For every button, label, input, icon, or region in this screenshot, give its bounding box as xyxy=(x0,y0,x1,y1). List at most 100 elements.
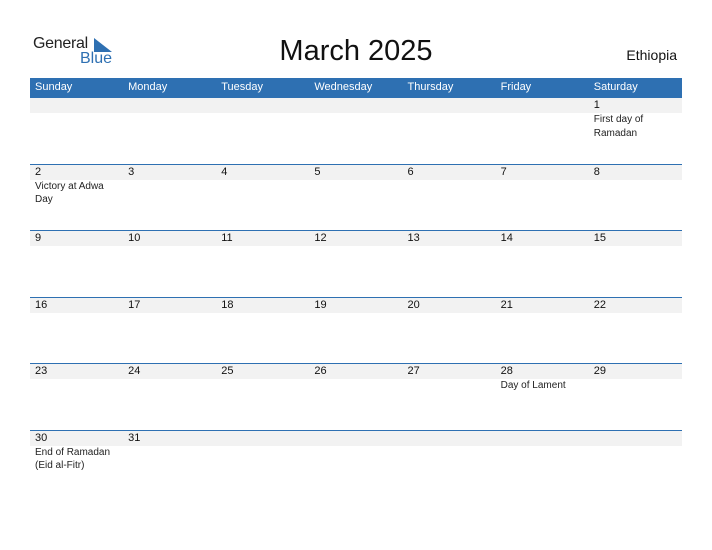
day-number: 28 xyxy=(500,365,513,378)
day-number: 12 xyxy=(314,232,327,245)
day-cell[interactable]: 26 xyxy=(309,364,402,430)
day-cell[interactable]: 8 xyxy=(589,165,682,231)
day-cell[interactable]: 10 xyxy=(123,231,216,297)
day-number xyxy=(408,431,496,446)
holiday-label: Day of Lament xyxy=(500,380,566,392)
day-cell[interactable]: 25 xyxy=(216,364,309,430)
day-cell[interactable] xyxy=(496,431,589,497)
day-number: 1 xyxy=(593,99,600,111)
day-number: 9 xyxy=(35,232,42,245)
holiday-label: First day of Ramadan xyxy=(593,114,644,139)
weekday-tuesday: Tuesday xyxy=(221,81,264,93)
day-cell[interactable]: 22 xyxy=(589,298,682,364)
day-cell[interactable] xyxy=(309,431,402,497)
holiday-label: Victory at Adwa Day xyxy=(35,180,104,206)
weekday-thursday: Thursday xyxy=(407,81,454,93)
day-cell[interactable]: 24 xyxy=(123,364,216,430)
day-number xyxy=(35,98,123,113)
day-number xyxy=(221,98,309,113)
day-cell[interactable]: 12 xyxy=(309,231,402,297)
day-number: 27 xyxy=(407,365,420,378)
day-cell[interactable]: 14 xyxy=(496,231,589,297)
day-cell[interactable]: 28 Day of Lament xyxy=(496,364,589,430)
day-cell[interactable] xyxy=(589,431,682,497)
weekday-wednesday: Wednesday xyxy=(314,81,373,93)
day-number: 10 xyxy=(128,232,141,245)
day-cell[interactable]: 23 xyxy=(30,364,123,430)
day-number: 5 xyxy=(314,165,321,178)
day-cell[interactable]: 15 xyxy=(589,231,682,297)
day-number: 19 xyxy=(314,298,327,311)
day-number: 30 xyxy=(35,431,48,444)
day-number xyxy=(314,98,402,113)
day-number: 17 xyxy=(128,298,141,311)
day-number xyxy=(128,98,216,113)
day-cell[interactable] xyxy=(30,98,123,164)
day-number: 6 xyxy=(407,165,414,178)
day-number xyxy=(221,431,309,446)
day-number: 7 xyxy=(500,165,507,178)
day-number: 22 xyxy=(593,298,606,311)
weekday-sunday: Sunday xyxy=(35,81,73,93)
day-number: 16 xyxy=(35,298,48,311)
day-cell[interactable]: 29 xyxy=(589,364,682,430)
weekday-header: Sunday Monday Tuesday Wednesday Thursday… xyxy=(30,78,682,97)
day-number xyxy=(314,431,402,446)
week-row-1: 1 First day of Ramadan xyxy=(30,97,682,164)
day-number: 2 xyxy=(35,165,42,178)
week-row-3: 9 10 11 12 13 14 15 xyxy=(30,230,682,297)
day-number: 21 xyxy=(500,298,513,311)
day-cell[interactable]: 1 First day of Ramadan xyxy=(589,98,682,164)
week-row-6: 30 End of Ramadan (Eid al-Fitr) 31 xyxy=(30,429,682,497)
day-number: 24 xyxy=(128,365,141,378)
day-cell[interactable]: 30 End of Ramadan (Eid al-Fitr) xyxy=(30,431,123,497)
day-number: 8 xyxy=(593,165,600,178)
day-number: 25 xyxy=(221,365,234,378)
day-cell[interactable]: 5 xyxy=(309,165,402,231)
weekday-friday: Friday xyxy=(500,81,532,93)
day-number xyxy=(408,98,496,113)
day-number: 14 xyxy=(500,232,513,245)
day-number xyxy=(594,431,682,446)
day-cell[interactable]: 9 xyxy=(30,231,123,297)
day-cell[interactable]: 27 xyxy=(403,364,496,430)
day-number xyxy=(501,431,589,446)
day-number: 18 xyxy=(221,298,234,311)
day-cell[interactable]: 19 xyxy=(309,298,402,364)
day-cell[interactable]: 17 xyxy=(123,298,216,364)
day-cell[interactable] xyxy=(403,98,496,164)
day-cell[interactable] xyxy=(216,431,309,497)
day-cell[interactable]: 7 xyxy=(496,165,589,231)
day-number xyxy=(501,98,589,113)
day-cell[interactable]: 21 xyxy=(496,298,589,364)
day-cell[interactable]: 16 xyxy=(30,298,123,364)
day-cell[interactable] xyxy=(309,98,402,164)
day-cell[interactable] xyxy=(216,98,309,164)
weekday-saturday: Saturday xyxy=(593,81,638,93)
calendar-title: March 2025 xyxy=(279,35,433,67)
day-number: 4 xyxy=(221,165,228,178)
day-number: 29 xyxy=(593,365,606,378)
day-cell[interactable] xyxy=(496,98,589,164)
holiday-label: End of Ramadan (Eid al-Fitr) xyxy=(35,446,111,472)
day-cell[interactable]: 20 xyxy=(403,298,496,364)
day-cell[interactable]: 31 xyxy=(123,431,216,497)
day-cell[interactable]: 2 Victory at Adwa Day xyxy=(30,165,123,231)
week-row-4: 16 17 18 19 20 21 22 xyxy=(30,296,682,364)
day-cell[interactable] xyxy=(403,431,496,497)
day-cell[interactable]: 4 xyxy=(216,165,309,231)
country-label: Ethiopia xyxy=(626,47,677,63)
day-cell[interactable]: 11 xyxy=(216,231,309,297)
day-cell[interactable]: 3 xyxy=(123,165,216,231)
day-number: 26 xyxy=(314,365,327,378)
weekday-monday: Monday xyxy=(128,81,168,93)
day-number: 15 xyxy=(593,232,606,245)
day-cell[interactable]: 18 xyxy=(216,298,309,364)
day-cell[interactable]: 6 xyxy=(403,165,496,231)
day-number: 11 xyxy=(221,232,233,245)
day-number: 3 xyxy=(128,165,135,178)
month-calendar: Sunday Monday Tuesday Wednesday Thursday… xyxy=(30,78,682,497)
day-number: 23 xyxy=(35,365,48,378)
day-cell[interactable]: 13 xyxy=(403,231,496,297)
day-cell[interactable] xyxy=(123,98,216,164)
